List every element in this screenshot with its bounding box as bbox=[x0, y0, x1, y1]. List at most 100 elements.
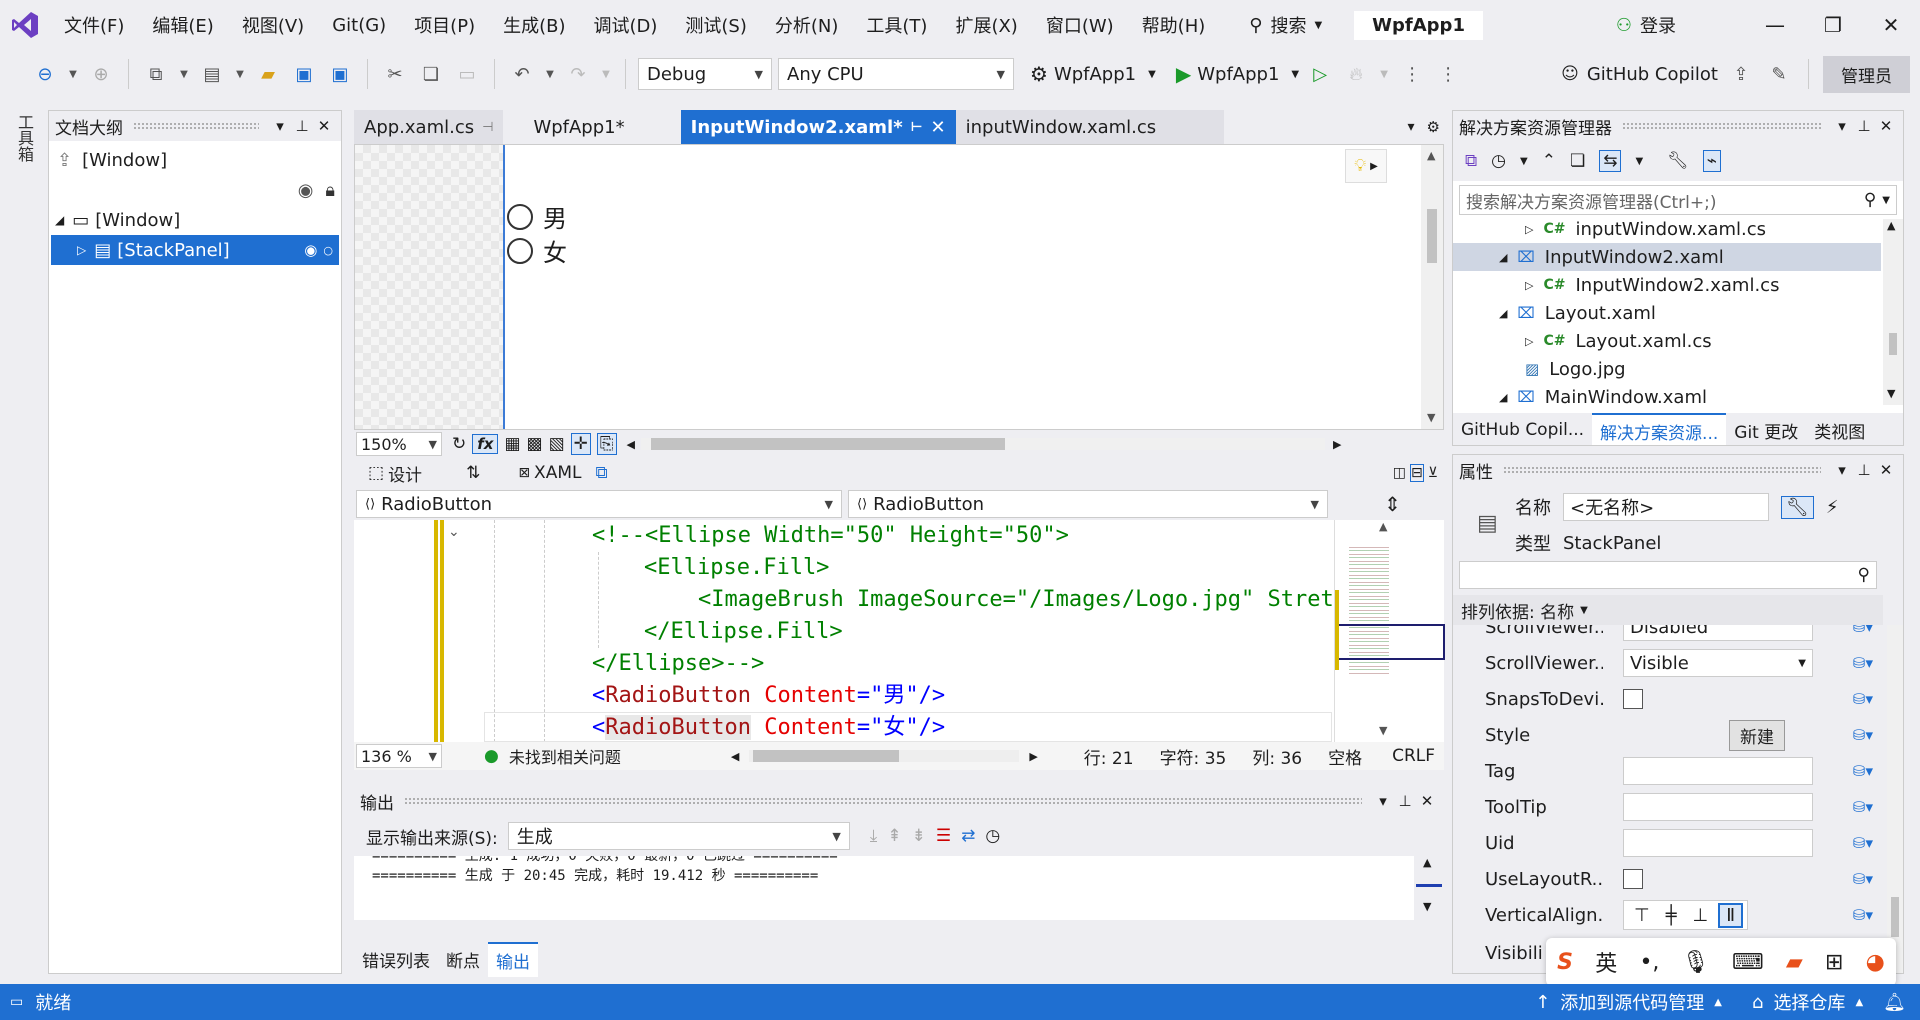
pin-icon[interactable]: ⊥ bbox=[1853, 461, 1875, 479]
menu-window[interactable]: 窗口(W) bbox=[1032, 12, 1128, 38]
scroll-thumb[interactable] bbox=[1889, 333, 1897, 355]
column-indicator[interactable]: 列: 36 bbox=[1252, 744, 1302, 769]
menu-debug[interactable]: 调试(D) bbox=[580, 12, 672, 38]
notifications-bell-icon[interactable]: 🔔︎ bbox=[1883, 992, 1906, 1013]
designer-zoom-select[interactable]: 150% ▼ bbox=[356, 432, 442, 456]
chevron-down-icon[interactable]: ▼ bbox=[1377, 59, 1391, 89]
scroll-left-icon[interactable]: ◀ bbox=[627, 438, 635, 451]
word-wrap-icon[interactable]: ⇄ bbox=[961, 826, 975, 846]
scroll-thumb[interactable] bbox=[1427, 209, 1437, 263]
line-ending-indicator[interactable]: CRLF bbox=[1392, 746, 1435, 766]
outline-root-row[interactable]: ⇪ [Window] bbox=[49, 145, 341, 175]
data-binding-icon[interactable]: ⛁▾ bbox=[1853, 690, 1873, 708]
menu-analyze[interactable]: 分析(N) bbox=[761, 12, 853, 38]
lock-icon[interactable]: 🔒︎ bbox=[325, 180, 335, 201]
panel-menu-icon[interactable]: ▾ bbox=[1831, 117, 1853, 135]
search-button[interactable]: ⚲ 搜索 ▼ bbox=[1235, 12, 1336, 38]
snap-grid-icon[interactable]: ▩ bbox=[527, 434, 543, 454]
tab-github-copilot[interactable]: GitHub Copil... bbox=[1453, 416, 1592, 444]
sort-by-dropdown[interactable]: 排列依据: 名称 ▼ bbox=[1453, 595, 1883, 625]
expand-arrow-icon[interactable]: ▷ bbox=[1525, 335, 1533, 348]
select-repository-button[interactable]: ⌂ 选择仓库 ▲ bbox=[1752, 989, 1863, 1015]
expand-arrow-icon[interactable]: ▷ bbox=[77, 243, 86, 257]
property-checkbox[interactable] bbox=[1623, 689, 1643, 709]
solution-item[interactable]: ◢ ⌧ Layout.xaml bbox=[1499, 299, 1656, 327]
designer-horizontal-scrollbar[interactable] bbox=[640, 438, 1325, 450]
tab-inputwindow-xaml-cs[interactable]: inputWindow.xaml.cs bbox=[955, 110, 1225, 144]
mascot-icon[interactable]: ◕ bbox=[1866, 950, 1885, 975]
output-text-area[interactable]: ========== 生成: 1 成功，0 失败，0 最新，0 已跳过 ====… bbox=[354, 856, 1414, 920]
element-name-input[interactable]: <无名称> bbox=[1563, 493, 1769, 521]
design-tab[interactable]: ⬚ 设计 bbox=[368, 461, 422, 486]
vertical-split-icon[interactable]: ◫ bbox=[1393, 465, 1406, 481]
solution-item[interactable]: ▷ C# InputWindow2.xaml.cs bbox=[1525, 271, 1779, 299]
solution-platform-select[interactable]: Any CPU ▼ bbox=[778, 58, 1014, 90]
solution-configuration-select[interactable]: Debug ▼ bbox=[638, 58, 772, 90]
new-project-icon[interactable]: ⧉ bbox=[141, 59, 171, 89]
tab-app-xaml-cs[interactable]: App.xaml.cs ⊣ bbox=[354, 110, 504, 144]
pin-icon[interactable]: ⊥ bbox=[1853, 117, 1875, 135]
pin-icon[interactable]: ⊢ bbox=[911, 120, 923, 135]
property-value-input[interactable] bbox=[1623, 757, 1813, 785]
close-icon[interactable]: ✕ bbox=[1875, 117, 1897, 135]
preview-selected-icon[interactable]: ⌁ bbox=[1702, 150, 1721, 172]
menu-tools[interactable]: 工具(T) bbox=[852, 12, 941, 38]
chevron-down-icon[interactable]: ▼ bbox=[233, 59, 247, 89]
chevron-down-icon[interactable]: ▼ bbox=[543, 59, 557, 89]
close-icon[interactable]: ✕ bbox=[1875, 461, 1897, 479]
xaml-code-editor[interactable]: ⌄ <!--<Ellipse Width="50" Height="50"> <… bbox=[354, 520, 1334, 742]
panel-menu-icon[interactable]: ▾ bbox=[1372, 792, 1394, 810]
collapse-arrow-icon[interactable]: ◢ bbox=[1499, 307, 1507, 320]
property-checkbox[interactable] bbox=[1623, 869, 1643, 889]
designer-vertical-scrollbar[interactable]: ▲ ▼ bbox=[1421, 145, 1443, 429]
menu-project[interactable]: 项目(P) bbox=[400, 12, 489, 38]
popout-xaml-icon[interactable]: ⧉ bbox=[595, 463, 607, 483]
align-stretch-icon[interactable]: Ⅱ bbox=[1718, 902, 1744, 928]
menu-file[interactable]: 文件(F) bbox=[50, 12, 138, 38]
swap-panes-icon[interactable]: ⇅ bbox=[466, 463, 480, 483]
start-debugging-button[interactable]: ▶ WpfApp1 ▼ bbox=[1176, 62, 1299, 86]
chevron-down-icon[interactable]: ▼ bbox=[599, 59, 613, 89]
property-value-input[interactable] bbox=[1623, 829, 1813, 857]
whitespace-indicator[interactable]: 空格 bbox=[1328, 744, 1362, 769]
paste-icon[interactable]: ▭ bbox=[452, 59, 482, 89]
char-indicator[interactable]: 字符: 35 bbox=[1160, 744, 1227, 769]
github-copilot-button[interactable]: ☺ GitHub Copilot bbox=[1561, 64, 1718, 85]
tab-inputwindow2-xaml[interactable]: InputWindow2.xaml* ⊢ ✕ bbox=[680, 110, 956, 144]
menu-test[interactable]: 测试(S) bbox=[671, 12, 760, 38]
designer-radio-male[interactable]: 男 bbox=[507, 199, 567, 234]
copy-icon[interactable]: ❏ bbox=[416, 59, 446, 89]
solution-item[interactable]: ▷ C# inputWindow.xaml.cs bbox=[1525, 219, 1766, 243]
editor-zoom-select[interactable]: 136 % ▼ bbox=[356, 744, 442, 768]
align-center-icon[interactable]: ╪ bbox=[1660, 905, 1683, 926]
collapse-all-icon[interactable]: ⌃ bbox=[1542, 151, 1556, 171]
tab-solution-explorer[interactable]: 解决方案资源... bbox=[1592, 412, 1727, 445]
ime-language-toggle[interactable]: 英 bbox=[1595, 946, 1617, 978]
expand-arrow-icon[interactable]: ▷ bbox=[1525, 279, 1533, 292]
property-value-select[interactable]: Visible ▼ bbox=[1623, 649, 1813, 677]
save-icon[interactable]: ▣ bbox=[289, 59, 319, 89]
tab-class-view[interactable]: 类视图 bbox=[1806, 414, 1873, 446]
pin-icon[interactable]: ⊥ bbox=[1394, 792, 1416, 810]
menu-git[interactable]: Git(G) bbox=[318, 15, 400, 36]
scroll-thumb[interactable] bbox=[1891, 897, 1899, 937]
collapse-arrow-icon[interactable]: ◢ bbox=[1499, 391, 1507, 404]
tab-error-list[interactable]: 错误列表 bbox=[354, 943, 438, 976]
open-folder-icon[interactable]: ▰ bbox=[253, 59, 283, 89]
data-binding-icon[interactable]: ⛁▾ bbox=[1853, 834, 1873, 852]
close-icon[interactable]: ✕ bbox=[931, 117, 946, 138]
eye-icon[interactable]: ◉ bbox=[298, 180, 314, 201]
share-icon[interactable]: ⇪ bbox=[1726, 59, 1756, 89]
toolbar-options-icon[interactable]: ⋮ bbox=[1433, 59, 1463, 89]
scroll-right-icon[interactable]: ▶ bbox=[1333, 438, 1341, 451]
tab-git-changes[interactable]: Git 更改 bbox=[1726, 414, 1806, 446]
quick-actions-button[interactable]: 💡︎ ▶ bbox=[1345, 149, 1387, 183]
menu-extensions[interactable]: 扩展(X) bbox=[941, 12, 1031, 38]
tab-list-dropdown-icon[interactable]: ▾ bbox=[1408, 119, 1415, 135]
scroll-thumb[interactable] bbox=[753, 750, 900, 762]
cut-icon[interactable]: ✂ bbox=[380, 59, 410, 89]
timestamp-icon[interactable]: ◷ bbox=[985, 826, 1000, 846]
solution-vertical-scrollbar[interactable]: ▲ ▼ bbox=[1883, 219, 1903, 405]
pin-icon[interactable]: ⊥ bbox=[291, 117, 313, 135]
sogou-logo-icon[interactable]: S bbox=[1557, 950, 1573, 975]
